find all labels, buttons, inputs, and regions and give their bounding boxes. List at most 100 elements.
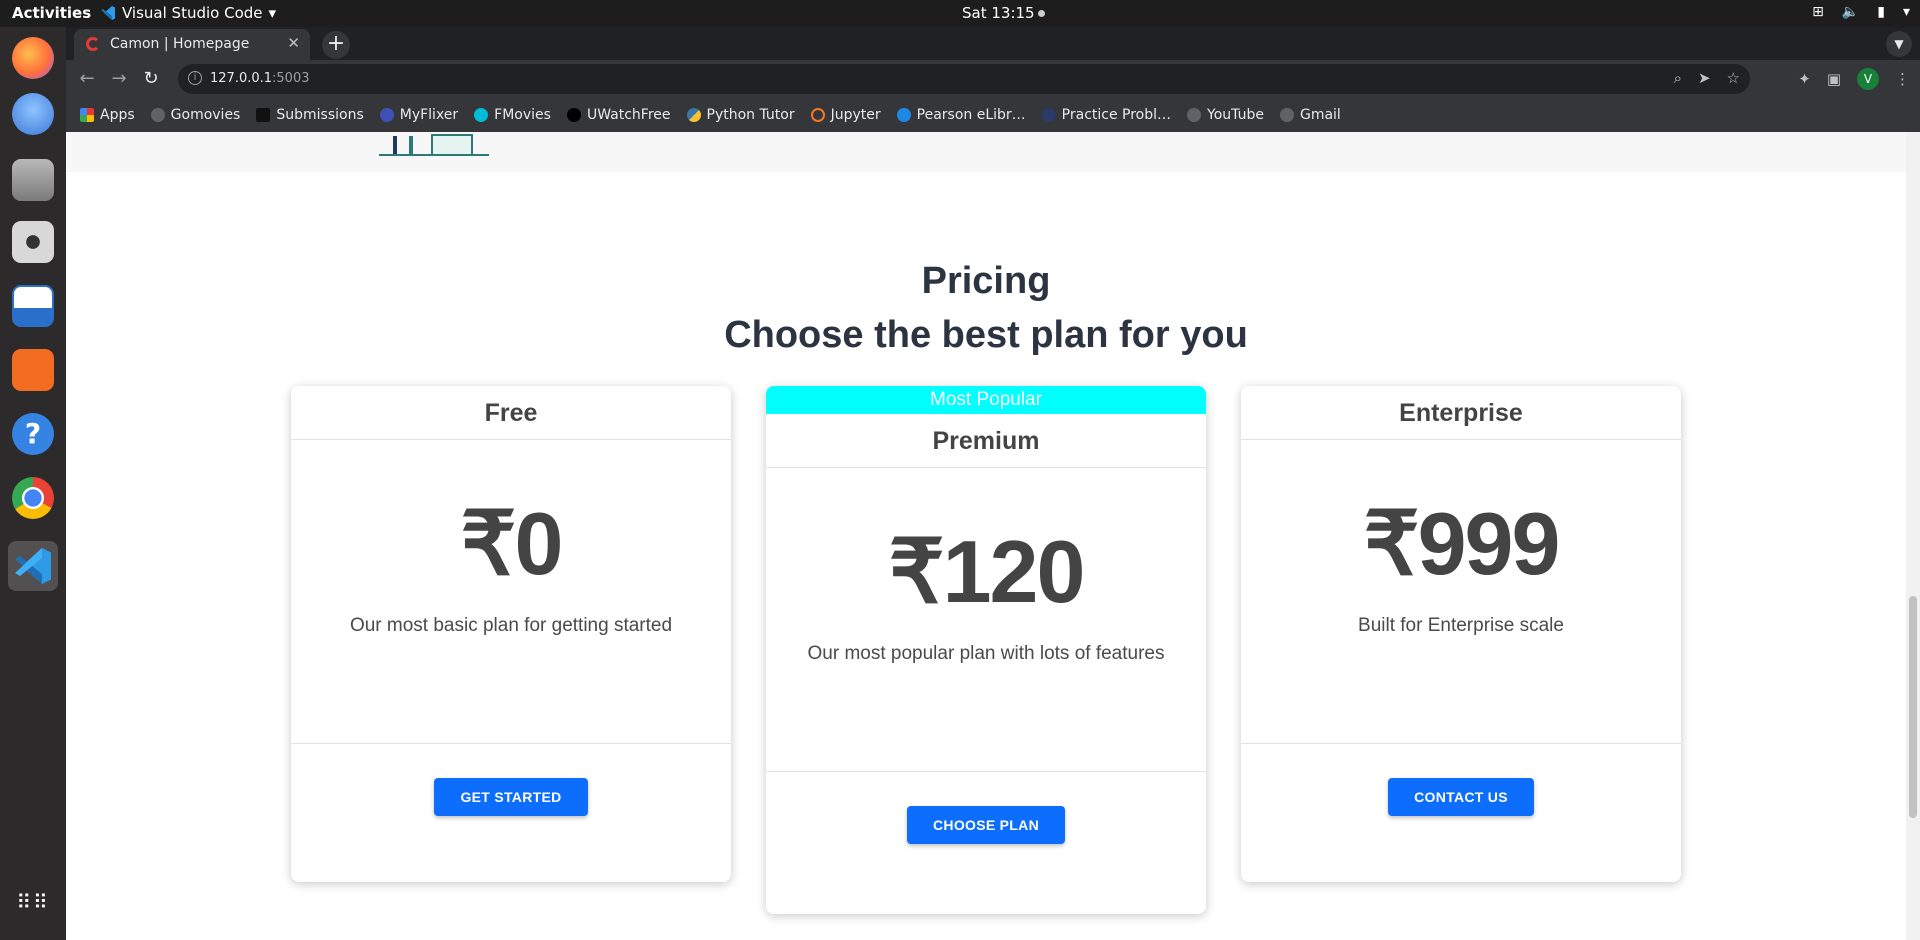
plan-price: ₹120	[888, 522, 1086, 621]
chevron-down-icon: ▾	[268, 4, 277, 22]
app-menu[interactable]: Visual Studio Code ▾	[100, 4, 276, 22]
dock-firefox[interactable]	[8, 33, 58, 83]
plan-footer: GET STARTED	[291, 744, 731, 816]
bookmark-myflixer[interactable]: MyFlixer	[379, 107, 459, 123]
side-panel-icon[interactable]: ▣	[1827, 70, 1841, 88]
bookmark-gomovies[interactable]: Gomovies	[150, 107, 241, 123]
browser-toolbar: ← → ↻ i 127.0.0.1:5003 ⌕ ➤ ☆ ✦ ▣ V ⋮	[66, 60, 1920, 98]
url-text: 127.0.0.1:5003	[210, 71, 310, 86]
plan-card-free: Free ₹0 Our most basic plan for getting …	[291, 386, 731, 882]
profile-avatar[interactable]: V	[1857, 68, 1879, 90]
plan-price: ₹999	[1363, 494, 1561, 593]
extensions-icon[interactable]: ✦	[1798, 70, 1811, 88]
bookmark-label: MyFlixer	[399, 107, 459, 123]
bookmark-star-icon[interactable]: ☆	[1727, 69, 1740, 87]
close-tab-icon[interactable]: ✕	[287, 34, 300, 52]
system-top-bar: Activities Visual Studio Code ▾ Sat 13:1…	[0, 0, 1920, 27]
activities-button[interactable]: Activities	[12, 4, 91, 22]
plan-body: ₹120 Our most popular plan with lots of …	[766, 468, 1206, 772]
send-icon[interactable]: ➤	[1698, 69, 1711, 87]
kebab-menu-icon[interactable]: ⋮	[1895, 70, 1910, 88]
pricing-heading: Choose the best plan for you	[724, 314, 1248, 356]
get-started-button[interactable]: GET STARTED	[434, 778, 588, 816]
site-info-icon[interactable]: i	[188, 71, 202, 85]
reload-button[interactable]: ↻	[138, 66, 164, 92]
bookmark-label: Jupyter	[830, 107, 881, 123]
firefox-icon	[12, 37, 54, 79]
bookmark-jupyter[interactable]: Jupyter	[810, 107, 881, 123]
forward-button[interactable]: →	[106, 66, 132, 92]
notification-dot-icon	[1037, 10, 1045, 17]
page-content: Pricing Choose the best plan for you Fre…	[66, 132, 1920, 940]
address-bar[interactable]: i 127.0.0.1:5003 ⌕ ➤ ☆	[178, 64, 1750, 94]
apps-grid-icon	[80, 108, 94, 122]
files-icon	[12, 159, 54, 201]
pearson-icon	[896, 108, 911, 122]
bookmark-label: Submissions	[276, 107, 364, 123]
plan-price: ₹0	[460, 494, 564, 593]
bookmark-apps[interactable]: Apps	[80, 107, 135, 123]
battery-icon: ▮	[1877, 4, 1885, 20]
plan-description: Built for Enterprise scale	[1358, 615, 1564, 636]
new-tab-button[interactable]: +	[322, 31, 350, 59]
clock[interactable]: Sat 13:15	[962, 4, 1045, 22]
jupyter-icon	[810, 108, 825, 122]
plan-name: Free	[291, 386, 731, 440]
chrome-icon	[12, 477, 54, 519]
bookmarks-bar: Apps Gomovies Submissions MyFlixer FMovi…	[66, 98, 1920, 132]
url-host: 127.0.0.1	[210, 71, 273, 86]
toolbar-actions: ✦ ▣ V ⋮	[1798, 68, 1910, 90]
illustration-figure	[393, 136, 397, 154]
bookmark-submissions[interactable]: Submissions	[256, 107, 364, 123]
most-popular-ribbon: Most Popular	[766, 386, 1206, 414]
zoom-icon[interactable]: ⌕	[1674, 69, 1682, 87]
tab-strip: Camon | Homepage ✕ + ▼	[66, 27, 1920, 60]
arrow-left-icon: ←	[79, 68, 95, 89]
dock-rhythmbox[interactable]	[8, 217, 58, 267]
bookmark-fmovies[interactable]: FMovies	[474, 107, 551, 123]
bookmark-uwatchfree[interactable]: UWatchFree	[566, 107, 671, 123]
page-scrollbar[interactable]	[1906, 132, 1920, 940]
browser-tab[interactable]: Camon | Homepage ✕	[74, 29, 310, 60]
rhythmbox-icon	[12, 221, 54, 263]
contact-us-button[interactable]: CONTACT US	[1388, 778, 1534, 816]
dock-writer[interactable]	[8, 281, 58, 331]
dock-vscode[interactable]	[8, 541, 58, 591]
plan-name: Enterprise	[1241, 386, 1681, 440]
plan-card-enterprise: Enterprise ₹999 Built for Enterprise sca…	[1241, 386, 1681, 882]
vscode-small-icon	[101, 6, 115, 20]
tab-search-button[interactable]: ▼	[1886, 31, 1912, 57]
dock-files[interactable]	[8, 155, 58, 205]
globe-icon	[150, 108, 165, 122]
hero-illustration	[379, 132, 489, 156]
myflixer-icon	[379, 108, 394, 122]
bookmark-python-tutor[interactable]: Python Tutor	[686, 107, 795, 123]
plan-body: ₹0 Our most basic plan for getting start…	[291, 440, 731, 744]
bookmark-label: Python Tutor	[706, 107, 795, 123]
bookmark-label: Gomovies	[170, 107, 241, 123]
loading-favicon-icon	[86, 37, 100, 51]
bookmark-pearson[interactable]: Pearson eLibr…	[896, 107, 1026, 123]
dock-thunderbird[interactable]	[8, 89, 58, 139]
system-tray[interactable]: ⊞ 🔈 ▮ ▾	[1812, 4, 1910, 20]
dock: ? ⠿⠿	[0, 27, 66, 940]
play-icon	[474, 108, 489, 122]
bookmark-practice-problems[interactable]: Practice Probl…	[1041, 107, 1171, 123]
scrollbar-thumb[interactable]	[1909, 596, 1917, 818]
bookmark-youtube[interactable]: YouTube	[1187, 107, 1264, 123]
writer-icon	[12, 285, 54, 327]
dock-help[interactable]: ?	[8, 409, 58, 459]
back-button[interactable]: ←	[74, 66, 100, 92]
app-menu-label: Visual Studio Code	[122, 4, 263, 22]
url-port: :5003	[272, 71, 310, 86]
plan-footer: CONTACT US	[1241, 744, 1681, 816]
bookmark-gmail[interactable]: Gmail	[1279, 107, 1341, 123]
help-icon: ?	[12, 413, 54, 455]
bookmark-label: FMovies	[494, 107, 551, 123]
dock-show-apps[interactable]: ⠿⠿	[8, 877, 58, 927]
plan-description: Our most popular plan with lots of featu…	[807, 643, 1165, 664]
choose-plan-button[interactable]: CHOOSE PLAN	[907, 806, 1065, 844]
reload-icon: ↻	[143, 68, 159, 89]
dock-chrome[interactable]	[8, 473, 58, 523]
dock-software[interactable]	[8, 345, 58, 395]
